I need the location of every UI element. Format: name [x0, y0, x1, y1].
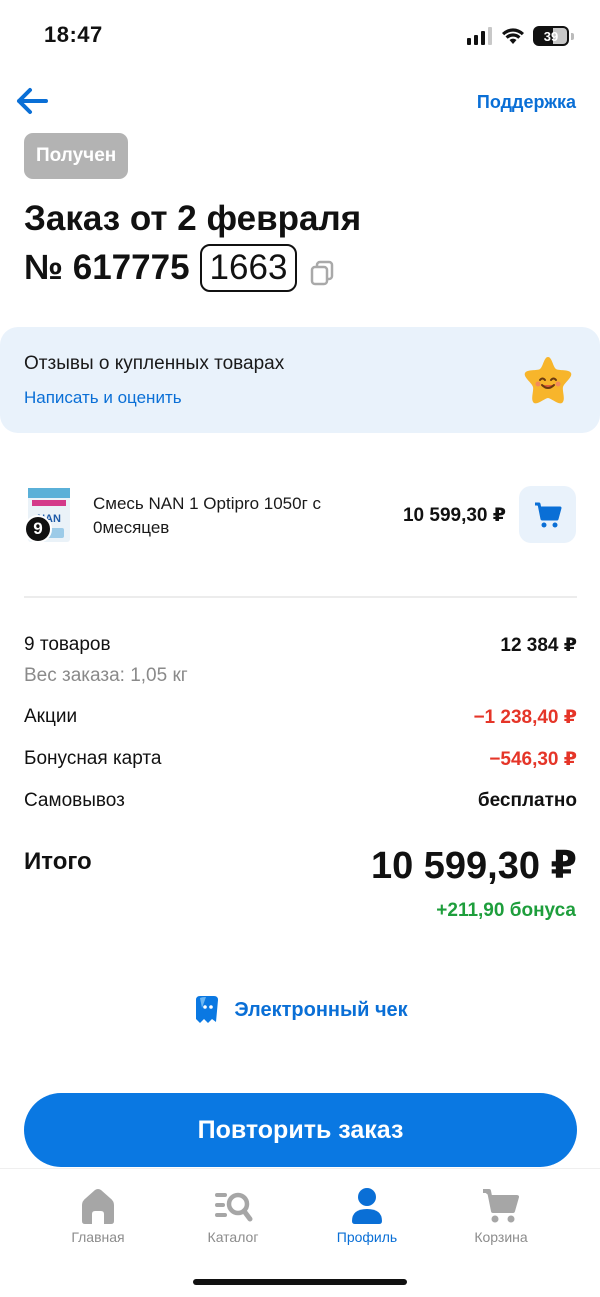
item-quantity-badge: 9: [24, 515, 52, 543]
tab-home[interactable]: Главная: [43, 1187, 153, 1249]
summary-goods-value: 12 384 ₽: [500, 635, 577, 656]
review-link[interactable]: Написать и оценить: [24, 388, 182, 408]
product-price: 10 599,30 ₽: [402, 505, 506, 526]
order-item[interactable]: NAN 9 Смесь NAN 1 Optipro 1050г с 0месяц…: [0, 478, 600, 558]
review-title: Отзывы о купленных товарах: [24, 353, 285, 374]
order-title: Заказ от 2 февраля: [24, 199, 362, 238]
profile-icon: [352, 1188, 382, 1224]
wifi-icon: [502, 28, 524, 44]
divider: [24, 596, 577, 598]
tab-cart-label: Корзина: [474, 1229, 528, 1245]
order-number-prefix: № 617775: [24, 248, 190, 287]
order-code: 1663: [199, 244, 298, 292]
summary-promo-value: −1 238,40 ₽: [473, 707, 577, 728]
tab-catalog-label: Каталог: [207, 1229, 259, 1245]
electronic-receipt-link[interactable]: Электронный чек: [0, 990, 600, 1030]
copy-icon[interactable]: [309, 255, 335, 286]
support-link[interactable]: Поддержка: [477, 92, 576, 113]
tab-cart[interactable]: Корзина: [446, 1187, 556, 1249]
tab-profile-label: Профиль: [336, 1229, 398, 1245]
tab-profile[interactable]: Профиль: [312, 1187, 422, 1249]
product-name[interactable]: Смесь NAN 1 Optipro 1050г с 0месяцев: [93, 492, 353, 540]
battery-icon: 39: [533, 26, 569, 46]
catalog-search-icon: [215, 1192, 253, 1222]
star-mascot-icon: [524, 357, 572, 404]
receipt-icon: [196, 996, 219, 1023]
bonus-earned: +211,90 бонуса: [436, 900, 576, 921]
back-button[interactable]: [14, 84, 50, 118]
summary-pickup-value: бесплатно: [477, 790, 577, 811]
add-to-cart-button[interactable]: [519, 486, 576, 543]
cart-icon: [483, 1189, 519, 1223]
home-indicator: [193, 1279, 407, 1285]
arrow-left-icon: [17, 88, 48, 114]
summary-goods-label: 9 товаров: [24, 634, 111, 655]
receipt-label: Электронный чек: [234, 998, 408, 1021]
order-weight: Вес заказа: 1,05 кг: [24, 665, 188, 686]
tab-home-label: Главная: [71, 1229, 125, 1245]
summary-bonus-card-label: Бонусная карта: [24, 748, 162, 769]
total-value: 10 599,30 ₽: [370, 845, 577, 887]
tab-catalog[interactable]: Каталог: [178, 1187, 288, 1249]
summary-promo-label: Акции: [24, 706, 78, 727]
review-card[interactable]: Отзывы о купленных товарах Написать и оц…: [0, 327, 600, 433]
status-bar: 18:47 39: [0, 0, 600, 70]
signal-icon: [467, 27, 492, 45]
repeat-order-button[interactable]: Повторить заказ: [24, 1093, 577, 1167]
order-number: № 617775 1663: [24, 243, 335, 293]
summary-bonus-card-value: −546,30 ₽: [489, 749, 577, 770]
tab-bar: Главная Каталог Профиль Корзина: [0, 1168, 600, 1297]
cart-icon: [534, 502, 561, 527]
status-icons: 39: [467, 24, 574, 48]
status-time: 18:47: [44, 22, 103, 47]
home-icon: [82, 1189, 114, 1224]
order-status-badge: Получен: [24, 133, 129, 179]
summary-pickup-label: Самовывоз: [24, 790, 125, 811]
total-label: Итого: [24, 848, 92, 875]
